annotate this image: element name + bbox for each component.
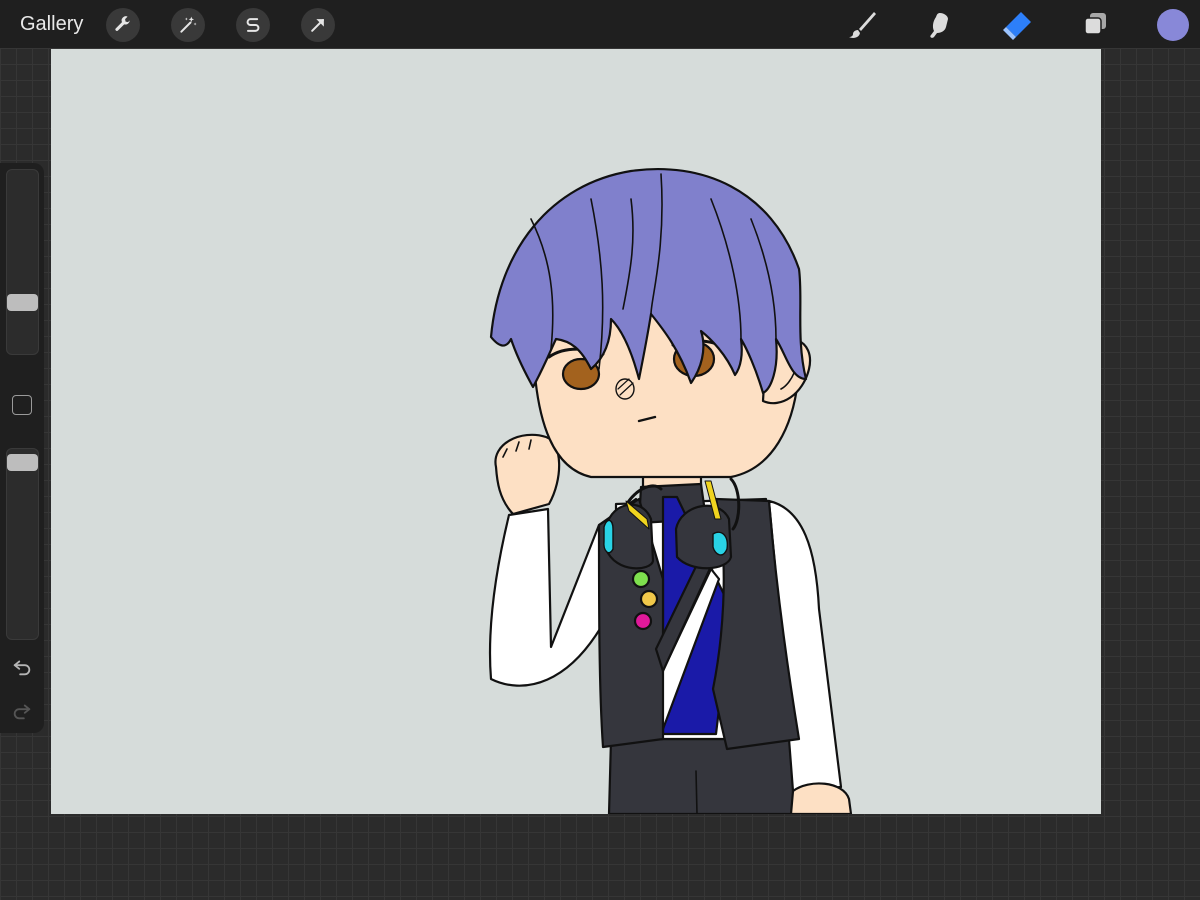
headphone-left-light	[603, 519, 614, 554]
arrow-cursor-icon	[311, 19, 324, 32]
transform-button[interactable]	[301, 8, 335, 42]
smiley-pin-yellow	[639, 589, 659, 609]
smudge-tool-button[interactable]	[921, 6, 959, 44]
left-sidebar	[0, 163, 44, 733]
brush-size-slider-thumb[interactable]	[7, 294, 38, 311]
top-toolbar: Gallery	[0, 0, 1200, 48]
redo-icon	[13, 704, 31, 720]
left-fist	[494, 433, 561, 516]
wrench-icon	[115, 16, 131, 31]
magic-wand-icon	[180, 16, 197, 33]
layers-button[interactable]	[1076, 6, 1114, 44]
selection-button[interactable]	[236, 8, 270, 42]
headphone-right-light	[712, 531, 728, 556]
pants	[607, 737, 797, 814]
actions-button[interactable]	[106, 8, 140, 42]
brush-icon	[849, 12, 876, 38]
drawing-canvas[interactable]	[51, 49, 1101, 814]
undo-icon	[13, 660, 31, 676]
color-picker-button[interactable]	[1157, 9, 1189, 41]
opacity-slider[interactable]	[6, 448, 39, 640]
pants-seam	[695, 770, 698, 814]
brush-tool-button[interactable]	[843, 6, 881, 44]
smudge-icon	[930, 13, 948, 38]
layers-icon	[1084, 13, 1106, 35]
modify-button[interactable]	[12, 395, 32, 415]
opacity-slider-thumb[interactable]	[7, 454, 38, 471]
adjustments-button[interactable]	[171, 8, 205, 42]
brush-size-slider[interactable]	[6, 169, 39, 355]
eraser-icon	[1003, 12, 1031, 40]
undo-button[interactable]	[10, 655, 34, 679]
artwork	[51, 49, 1101, 814]
smiley-pin-green	[631, 569, 651, 589]
redo-button[interactable]	[10, 699, 34, 723]
smiley-pin-pink	[633, 611, 653, 631]
selection-s-icon	[246, 18, 260, 32]
gallery-button[interactable]: Gallery	[20, 12, 83, 36]
eraser-tool-button[interactable]	[998, 6, 1036, 44]
